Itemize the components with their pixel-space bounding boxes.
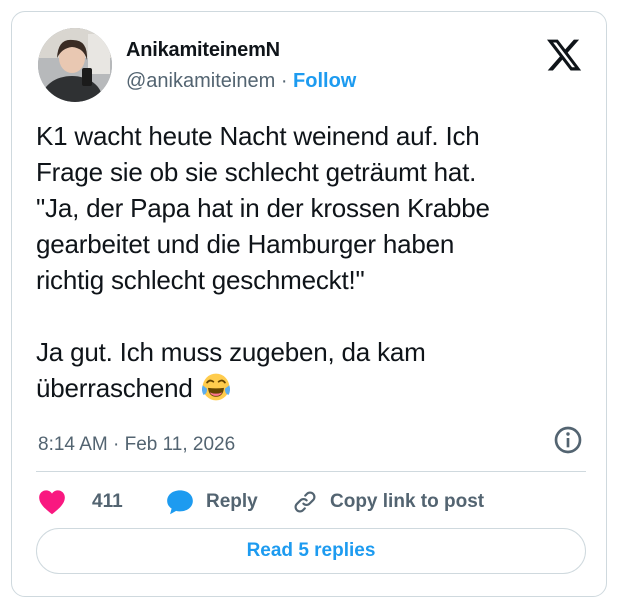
speech-bubble-icon bbox=[167, 490, 193, 515]
follow-button[interactable]: Follow bbox=[293, 70, 356, 92]
tweet-body: K1 wacht heute Nacht weinend auf. Ich Fr… bbox=[36, 121, 490, 403]
separator-dot: · bbox=[280, 70, 288, 92]
copy-link-label: Copy link to post bbox=[330, 491, 485, 512]
face-with-tears-of-joy-icon bbox=[201, 373, 230, 401]
heart-icon bbox=[39, 490, 65, 515]
author-handle-row: @anikamiteinem · Follow bbox=[126, 70, 356, 93]
tweet-text: K1 wacht heute Nacht weinend auf. Ich Fr… bbox=[36, 118, 588, 406]
like-button[interactable]: 411 bbox=[38, 482, 123, 522]
read-replies-label: Read 5 replies bbox=[246, 540, 376, 561]
like-count: 411 bbox=[92, 491, 123, 512]
read-replies-button[interactable]: Read 5 replies bbox=[36, 528, 586, 574]
reply-button[interactable]: Reply bbox=[166, 482, 258, 522]
reply-label: Reply bbox=[206, 491, 258, 512]
avatar-image bbox=[38, 28, 112, 102]
link-icon bbox=[294, 491, 316, 513]
info-icon[interactable] bbox=[552, 424, 584, 456]
copy-link-button[interactable]: Copy link to post bbox=[292, 482, 484, 522]
author-handle[interactable]: @anikamiteinem bbox=[126, 70, 275, 92]
x-logo-icon[interactable] bbox=[544, 36, 584, 74]
tweet-card: AnikamiteinemN @anikamiteinem · Follow K… bbox=[11, 11, 607, 597]
author-display-name[interactable]: AnikamiteinemN bbox=[126, 39, 280, 62]
tweet-timestamp[interactable]: 8:14 AM · Feb 11, 2026 bbox=[38, 434, 235, 456]
divider bbox=[36, 471, 586, 472]
avatar[interactable] bbox=[38, 28, 112, 102]
